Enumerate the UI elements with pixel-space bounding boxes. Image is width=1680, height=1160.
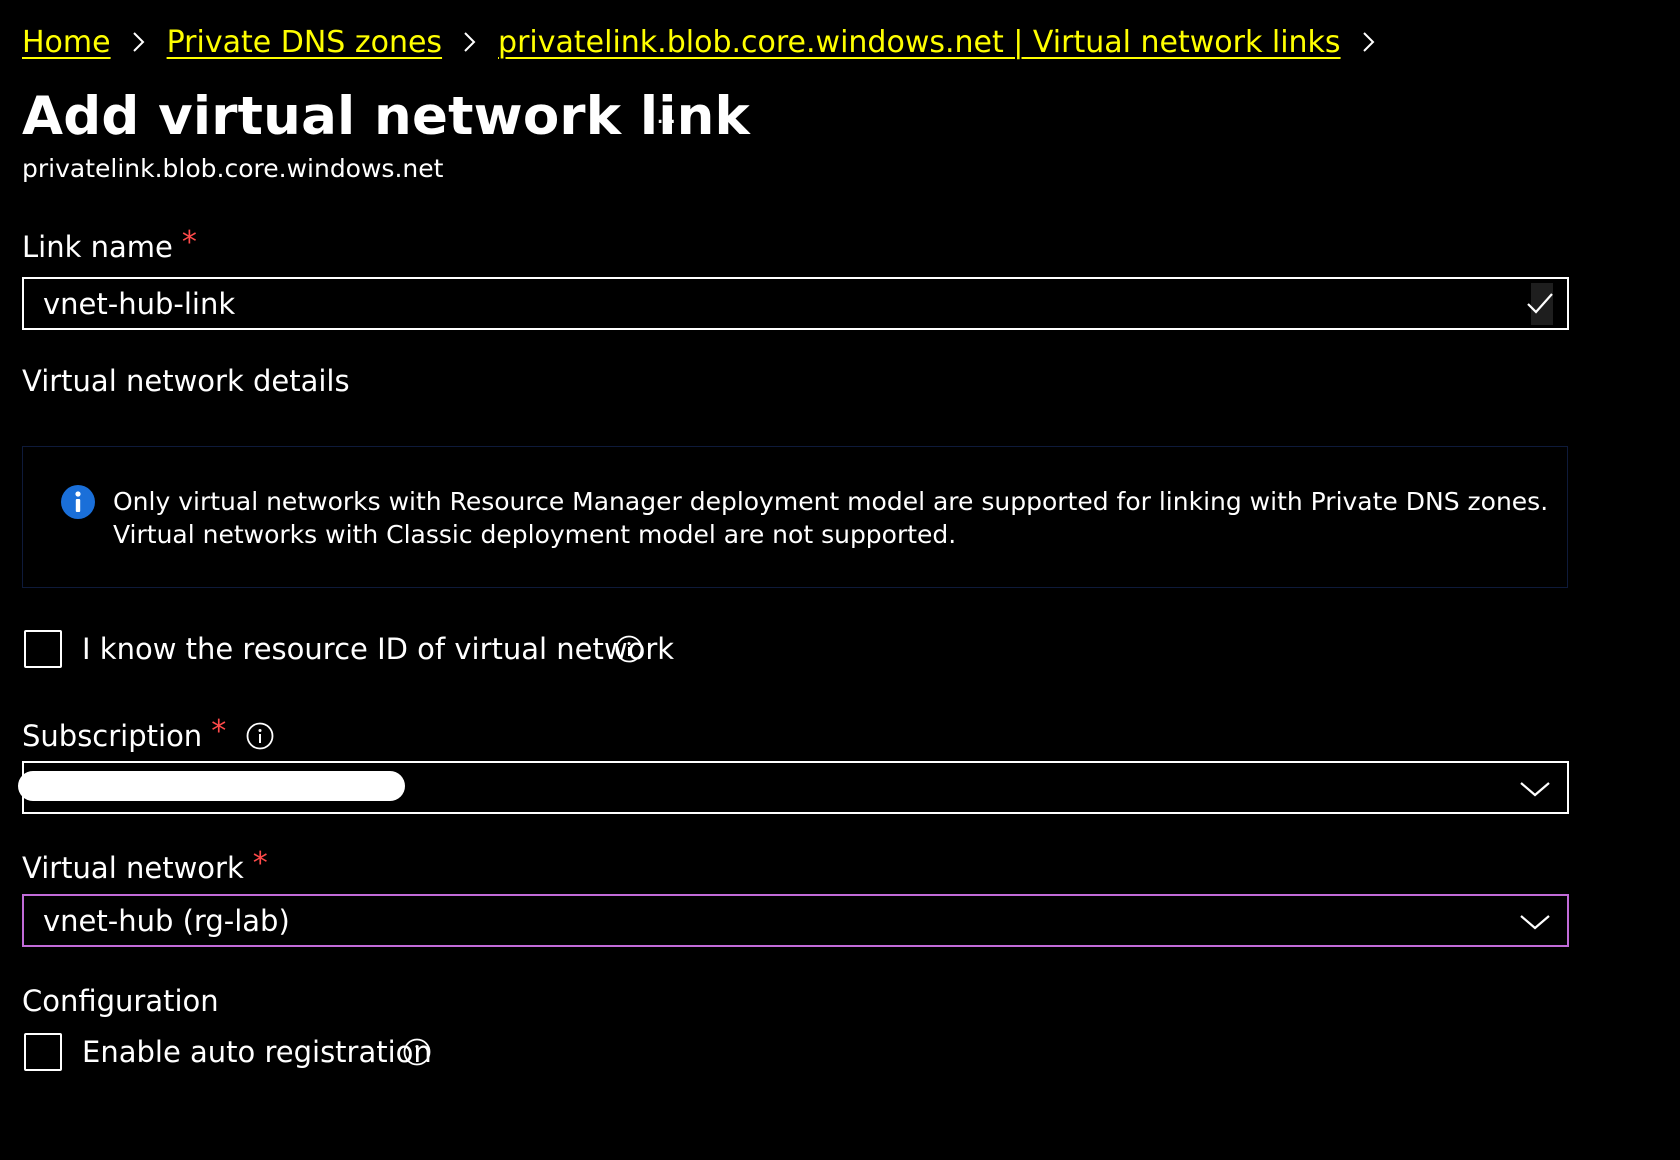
virtual-network-dropdown[interactable]: vnet-hub (rg-lab)	[22, 894, 1569, 947]
virtual-network-label-text: Virtual network	[22, 850, 244, 885]
required-marker: *	[252, 846, 268, 881]
checkmark-icon	[1527, 293, 1553, 314]
virtual-network-details-heading: Virtual network details	[22, 364, 350, 398]
virtual-network-details-heading-text: Virtual network details	[22, 364, 350, 398]
link-name-value: vnet-hub-link	[43, 286, 236, 321]
info-filled-icon	[61, 485, 95, 519]
info-outline-icon[interactable]	[615, 635, 643, 663]
virtual-network-value: vnet-hub (rg-lab)	[43, 903, 290, 938]
chevron-down-icon	[1520, 782, 1550, 797]
more-actions-button[interactable]: ...	[656, 100, 693, 130]
breadcrumb: Home Private DNS zones privatelink.blob.…	[22, 22, 1397, 62]
link-name-input[interactable]: vnet-hub-link	[22, 277, 1569, 330]
page-subtitle: privatelink.blob.core.windows.net	[22, 154, 444, 183]
subscription-label-text: Subscription	[22, 718, 203, 753]
configuration-heading-text: Configuration	[22, 984, 219, 1018]
chevron-right-icon	[132, 32, 145, 52]
auto-registration-label[interactable]: Enable auto registration	[82, 1035, 432, 1069]
virtual-network-label: Virtual network *	[22, 846, 268, 885]
info-banner-text: Only virtual networks with Resource Mana…	[113, 485, 1548, 551]
redacted-subscription-value	[18, 771, 405, 801]
info-outline-icon[interactable]	[246, 722, 274, 750]
required-marker: *	[211, 714, 227, 749]
resource-id-checkbox-label[interactable]: I know the resource ID of virtual networ…	[82, 632, 674, 666]
info-outline-icon[interactable]	[403, 1038, 431, 1066]
breadcrumb-private-dns-zones-link[interactable]: Private DNS zones	[167, 25, 442, 60]
info-banner-line-1: Only virtual networks with Resource Mana…	[113, 487, 1549, 516]
breadcrumb-virtual-network-links-link[interactable]: privatelink.blob.core.windows.net | Virt…	[498, 25, 1341, 60]
auto-registration-checkbox[interactable]	[24, 1033, 62, 1071]
configuration-heading: Configuration	[22, 984, 219, 1018]
resource-id-checkbox[interactable]	[24, 630, 62, 668]
link-name-label: Link name *	[22, 225, 197, 264]
info-banner: Only virtual networks with Resource Mana…	[22, 446, 1568, 588]
link-name-label-text: Link name	[22, 229, 173, 264]
chevron-down-icon	[1520, 915, 1550, 930]
subscription-label: Subscription *	[22, 714, 274, 753]
chevron-right-icon	[464, 32, 476, 52]
breadcrumb-home-link[interactable]: Home	[22, 25, 111, 60]
chevron-right-icon	[1362, 32, 1374, 52]
info-banner-line-2: Virtual networks with Classic deployment…	[113, 520, 957, 549]
required-marker: *	[181, 225, 197, 260]
page-title: Add virtual network link	[22, 86, 750, 147]
